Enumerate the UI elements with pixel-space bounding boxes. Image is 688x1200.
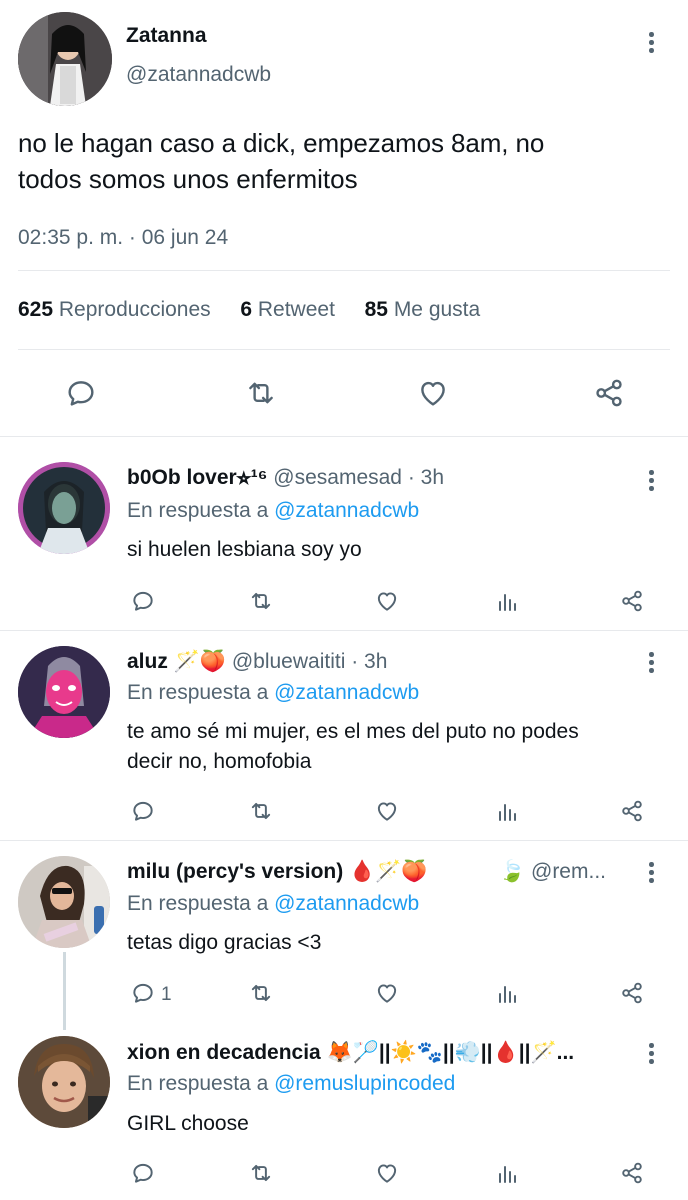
tweet-timestamp[interactable]: 02:35 p. m. · 06 jun 24 xyxy=(18,226,228,250)
reply-to-link[interactable]: @zatannadcwb xyxy=(274,892,419,915)
reply-text: GIRL choose xyxy=(127,1112,249,1135)
divider xyxy=(18,270,670,271)
section-divider xyxy=(0,630,688,631)
more-options-icon[interactable] xyxy=(641,860,661,888)
more-options-icon[interactable] xyxy=(641,468,661,496)
reply-avatar[interactable] xyxy=(18,1036,110,1128)
author-handle[interactable]: @zatannadcwb xyxy=(126,63,271,87)
reply-context: En respuesta a @zatannadcwb xyxy=(127,499,420,522)
like-icon[interactable] xyxy=(372,980,402,1006)
reply-text-line-1: te amo sé mi mujer, es el mes del puto n… xyxy=(127,720,579,743)
reply-icon[interactable] xyxy=(129,980,157,1006)
share-icon[interactable] xyxy=(617,980,647,1006)
thread-line xyxy=(63,952,66,1030)
reply-to-link[interactable]: @remuslupincoded xyxy=(274,1072,455,1095)
more-options-icon[interactable] xyxy=(641,650,661,678)
reply-count: 1 xyxy=(161,984,172,1005)
views-icon[interactable] xyxy=(496,800,520,824)
reply-header: milu (percy's version) 🩸🪄🍑 xyxy=(127,860,428,884)
retweet-icon[interactable] xyxy=(246,798,276,824)
retweet-icon[interactable] xyxy=(246,1160,276,1186)
like-icon[interactable] xyxy=(372,1160,402,1186)
reply-text-line-2: decir no, homofobia xyxy=(127,750,312,773)
reply-context: En respuesta a @remuslupincoded xyxy=(127,1072,456,1095)
section-divider xyxy=(0,436,688,437)
reply-handle-time[interactable]: @bluewaititi · 3h xyxy=(232,650,388,673)
reply-avatar[interactable] xyxy=(18,646,110,738)
reply-icon[interactable] xyxy=(64,376,98,410)
views-icon[interactable] xyxy=(496,982,520,1006)
retweet-icon[interactable] xyxy=(246,980,276,1006)
like-icon[interactable] xyxy=(372,798,402,824)
share-icon[interactable] xyxy=(617,588,647,614)
reply-header: xion en decadencia 🦊🏸||☀️🐾||💨||🩸||🪄... xyxy=(127,1041,574,1065)
author-avatar[interactable] xyxy=(18,12,112,106)
leaf-emoji: 🍃 xyxy=(499,860,526,883)
reply-header: b0Ob lover⭐︎¹⁶ @sesamesad · 3h xyxy=(127,466,444,490)
more-options-icon[interactable] xyxy=(641,30,661,58)
more-options-icon[interactable] xyxy=(641,1041,661,1069)
reply-icon[interactable] xyxy=(129,588,157,614)
author-name[interactable]: Zatanna xyxy=(126,24,207,48)
reply-handle-time[interactable]: @rem... xyxy=(531,860,606,883)
share-icon[interactable] xyxy=(617,1160,647,1186)
retweets-stat[interactable]: 6 Retweet xyxy=(240,298,335,321)
section-divider xyxy=(0,840,688,841)
reply-text: si huelen lesbiana soy yo xyxy=(127,538,362,561)
reply-icon[interactable] xyxy=(129,798,157,824)
tweet-text-line-1: no le hagan caso a dick, empezamos 8am, … xyxy=(18,128,545,158)
retweet-icon[interactable] xyxy=(246,588,276,614)
reply-text: tetas digo gracias <3 xyxy=(127,931,322,954)
views-stat[interactable]: 625 Reproducciones xyxy=(18,298,211,321)
views-icon[interactable] xyxy=(496,590,520,614)
views-icon[interactable] xyxy=(496,1162,520,1186)
reply-avatar[interactable] xyxy=(18,856,110,948)
like-icon[interactable] xyxy=(415,376,451,410)
reply-author-name[interactable]: aluz 🪄🍑 xyxy=(127,650,226,673)
tweet-text-line-2: todos somos unos enfermitos xyxy=(18,164,358,194)
reply-icon[interactable] xyxy=(129,1160,157,1186)
share-icon[interactable] xyxy=(617,798,647,824)
reply-author-name[interactable]: b0Ob lover⭐︎¹⁶ xyxy=(127,466,267,489)
reply-to-link[interactable]: @zatannadcwb xyxy=(274,681,419,704)
likes-stat[interactable]: 85 Me gusta xyxy=(365,298,481,321)
reply-author-name[interactable]: milu (percy's version) 🩸🪄🍑 xyxy=(127,860,428,883)
like-icon[interactable] xyxy=(372,588,402,614)
share-icon[interactable] xyxy=(591,376,627,410)
reply-handle-time[interactable]: @sesamesad · 3h xyxy=(273,466,444,489)
retweet-icon[interactable] xyxy=(243,376,279,410)
reply-header-extra: 🍃 @rem... xyxy=(499,860,606,884)
reply-header: aluz 🪄🍑 @bluewaititi · 3h xyxy=(127,650,387,674)
reply-author-name[interactable]: xion en decadencia 🦊🏸||☀️🐾||💨||🩸||🪄... xyxy=(127,1041,574,1064)
divider xyxy=(18,349,670,350)
tweet-stats: 625 Reproducciones 6 Retweet 85 Me gusta xyxy=(18,298,480,322)
reply-context: En respuesta a @zatannadcwb xyxy=(127,892,420,915)
reply-to-link[interactable]: @zatannadcwb xyxy=(274,499,419,522)
reply-avatar[interactable] xyxy=(18,462,110,554)
reply-context: En respuesta a @zatannadcwb xyxy=(127,681,420,704)
